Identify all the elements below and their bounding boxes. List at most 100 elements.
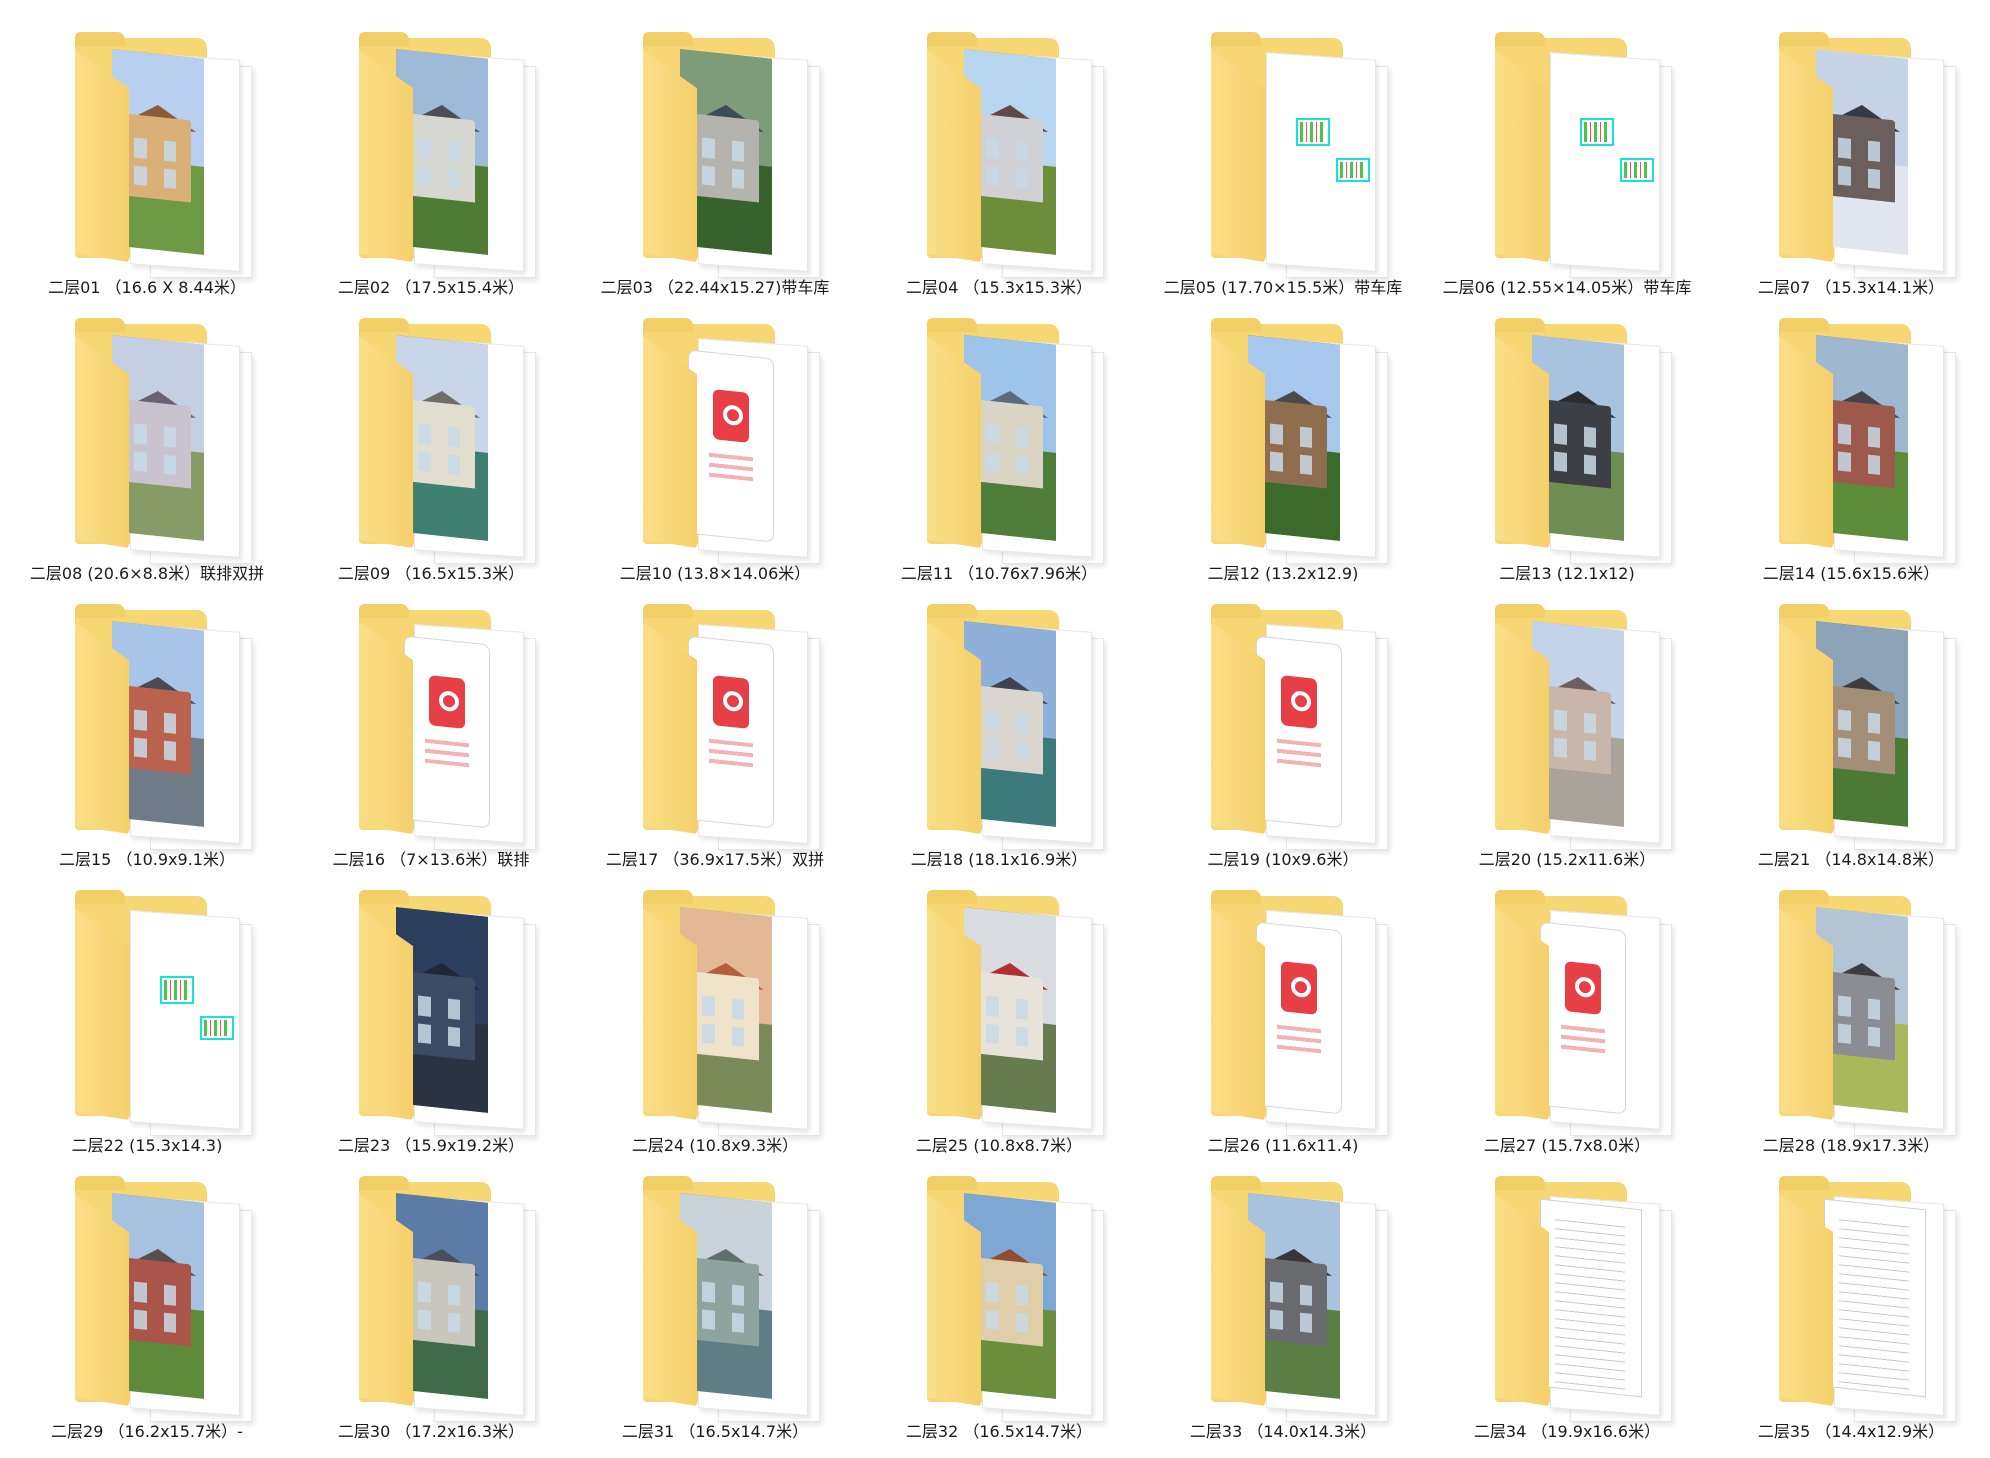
folder-item[interactable]: 二层16 （7×13.6米）联排 <box>289 600 573 886</box>
folder-label: 二层17 （36.9x17.5米）双拼 <box>605 850 825 869</box>
folder-label: 二层09 （16.5x15.3米） <box>337 564 525 583</box>
folder-item[interactable]: 二层35 （14.4x12.9米） <box>1709 1172 1990 1458</box>
folder-item[interactable]: 二层11 （10.76x7.96米） <box>857 314 1141 600</box>
pdf-document-icon <box>404 635 490 829</box>
folder-item[interactable]: 二层09 （16.5x15.3米） <box>289 314 573 600</box>
folder-item[interactable]: 二层06 (12.55×14.05米）带车库 <box>1425 28 1709 314</box>
folder-label: 二层30 （17.2x16.3米） <box>337 1422 525 1441</box>
folder-label: 二层12 (13.2x12.9) <box>1207 564 1359 583</box>
folder-icon <box>60 32 252 278</box>
folder-item[interactable]: 二层15 （10.9x9.1米） <box>5 600 289 886</box>
folder-item[interactable]: 二层25 (10.8x8.7米） <box>857 886 1141 1172</box>
folder-icon <box>628 604 820 850</box>
folder-icon <box>1196 32 1388 278</box>
folder-label: 二层10 (13.8×14.06米） <box>619 564 811 583</box>
folder-label: 二层27 (15.7x8.0米） <box>1483 1136 1651 1155</box>
folder-item[interactable]: 二层14 (15.6x15.6米） <box>1709 314 1990 600</box>
folder-item[interactable]: 二层02 （17.5x15.4米） <box>289 28 573 314</box>
folder-item[interactable]: 二层18 (18.1x16.9米） <box>857 600 1141 886</box>
folder-icon <box>60 604 252 850</box>
folder-item[interactable]: 二层26 (11.6x11.4) <box>1141 886 1425 1172</box>
folder-label: 二层05 (17.70×15.5米）带车库 <box>1163 278 1403 297</box>
folder-icon <box>912 318 1104 564</box>
cad-drawing-icon <box>1336 158 1370 182</box>
folder-label: 二层25 (10.8x8.7米） <box>915 1136 1083 1155</box>
folder-label: 二层04 （15.3x15.3米） <box>905 278 1093 297</box>
folder-icon <box>628 1176 820 1422</box>
folder-icon <box>1196 890 1388 1136</box>
folder-icon <box>1764 1176 1956 1422</box>
folder-item[interactable]: 二层32 （16.5x14.7米） <box>857 1172 1141 1458</box>
folder-label: 二层29 （16.2x15.7米）- <box>51 1422 243 1441</box>
folder-item[interactable]: 二层07 （15.3x14.1米） <box>1709 28 1990 314</box>
folder-icon <box>344 32 536 278</box>
folder-label: 二层32 （16.5x14.7米） <box>905 1422 1093 1441</box>
folder-icon <box>1480 1176 1672 1422</box>
folder-label: 二层15 （10.9x9.1米） <box>59 850 235 869</box>
folder-icon <box>344 604 536 850</box>
folder-label: 二层20 (15.2x11.6米） <box>1478 850 1656 869</box>
folder-item[interactable]: 二层03 （22.44x15.27)带车库 <box>573 28 857 314</box>
folder-label: 二层22 (15.3x14.3) <box>71 1136 223 1155</box>
folder-icon <box>344 890 536 1136</box>
folder-icon <box>1480 604 1672 850</box>
folder-item[interactable]: 二层27 (15.7x8.0米） <box>1425 886 1709 1172</box>
folder-item[interactable]: 二层10 (13.8×14.06米） <box>573 314 857 600</box>
folder-label: 二层21 （14.8x14.8米） <box>1757 850 1945 869</box>
folder-label: 二层31 （16.5x14.7米） <box>621 1422 809 1441</box>
folder-label: 二层18 (18.1x16.9米） <box>910 850 1088 869</box>
folder-item[interactable]: 二层17 （36.9x17.5米）双拼 <box>573 600 857 886</box>
folder-icon <box>912 1176 1104 1422</box>
folder-item[interactable]: 二层08 (20.6×8.8米）联排双拼 <box>5 314 289 600</box>
folder-label: 二层26 (11.6x11.4) <box>1207 1136 1359 1155</box>
folder-item[interactable]: 二层31 （16.5x14.7米） <box>573 1172 857 1458</box>
folder-item[interactable]: 二层23 （15.9x19.2米） <box>289 886 573 1172</box>
folder-item[interactable]: 二层28 (18.9x17.3米） <box>1709 886 1990 1172</box>
folder-item[interactable]: 二层12 (13.2x12.9) <box>1141 314 1425 600</box>
folder-item[interactable]: 二层04 （15.3x15.3米） <box>857 28 1141 314</box>
folder-item[interactable]: 二层33 （14.0x14.3米） <box>1141 1172 1425 1458</box>
folder-item[interactable]: 二层30 （17.2x16.3米） <box>289 1172 573 1458</box>
folder-label: 二层13 (12.1x12) <box>1499 564 1635 583</box>
folder-label: 二层03 （22.44x15.27)带车库 <box>600 278 830 297</box>
folder-item[interactable]: 二层29 （16.2x15.7米）- <box>5 1172 289 1458</box>
folder-label: 二层07 （15.3x14.1米） <box>1757 278 1945 297</box>
folder-item[interactable]: 二层19 (10x9.6米） <box>1141 600 1425 886</box>
folder-icon <box>60 1176 252 1422</box>
folder-item[interactable]: 二层05 (17.70×15.5米）带车库 <box>1141 28 1425 314</box>
folder-label: 二层14 (15.6x15.6米） <box>1762 564 1940 583</box>
pdf-document-icon <box>688 635 774 829</box>
folder-item[interactable]: 二层22 (15.3x14.3) <box>5 886 289 1172</box>
pdf-document-icon <box>1256 921 1342 1115</box>
folder-label: 二层19 (10x9.6米） <box>1207 850 1359 869</box>
folder-icon <box>344 318 536 564</box>
folder-label: 二层35 （14.4x12.9米） <box>1757 1422 1945 1441</box>
folder-icon <box>1480 890 1672 1136</box>
folder-icon <box>1764 604 1956 850</box>
text-document-icon <box>1824 1198 1926 1398</box>
folder-item[interactable]: 二层21 （14.8x14.8米） <box>1709 600 1990 886</box>
folder-label: 二层34 （19.9x16.6米） <box>1473 1422 1661 1441</box>
folder-label: 二层24 (10.8x9.3米） <box>631 1136 799 1155</box>
cad-drawing-icon <box>200 1016 234 1040</box>
folder-icon <box>912 890 1104 1136</box>
folder-item[interactable]: 二层01 （16.6 X 8.44米） <box>5 28 289 314</box>
folder-item[interactable]: 二层13 (12.1x12) <box>1425 314 1709 600</box>
folder-item[interactable]: 二层34 （19.9x16.6米） <box>1425 1172 1709 1458</box>
cad-drawing-icon <box>1296 118 1330 146</box>
folder-icon <box>628 32 820 278</box>
folder-label: 二层16 （7×13.6米）联排 <box>332 850 530 869</box>
folder-icon <box>1480 32 1672 278</box>
folder-icon <box>912 604 1104 850</box>
folder-icon <box>1764 318 1956 564</box>
folder-label: 二层08 (20.6×8.8米）联排双拼 <box>29 564 265 583</box>
folder-label: 二层11 （10.76x7.96米） <box>900 564 1098 583</box>
folder-item[interactable]: 二层24 (10.8x9.3米） <box>573 886 857 1172</box>
folder-label: 二层01 （16.6 X 8.44米） <box>48 278 246 297</box>
pdf-document-icon <box>688 349 774 543</box>
folder-icon <box>912 32 1104 278</box>
folder-label: 二层28 (18.9x17.3米） <box>1762 1136 1940 1155</box>
folder-item[interactable]: 二层20 (15.2x11.6米） <box>1425 600 1709 886</box>
folder-label: 二层06 (12.55×14.05米）带车库 <box>1442 278 1692 297</box>
folder-icon <box>1196 1176 1388 1422</box>
